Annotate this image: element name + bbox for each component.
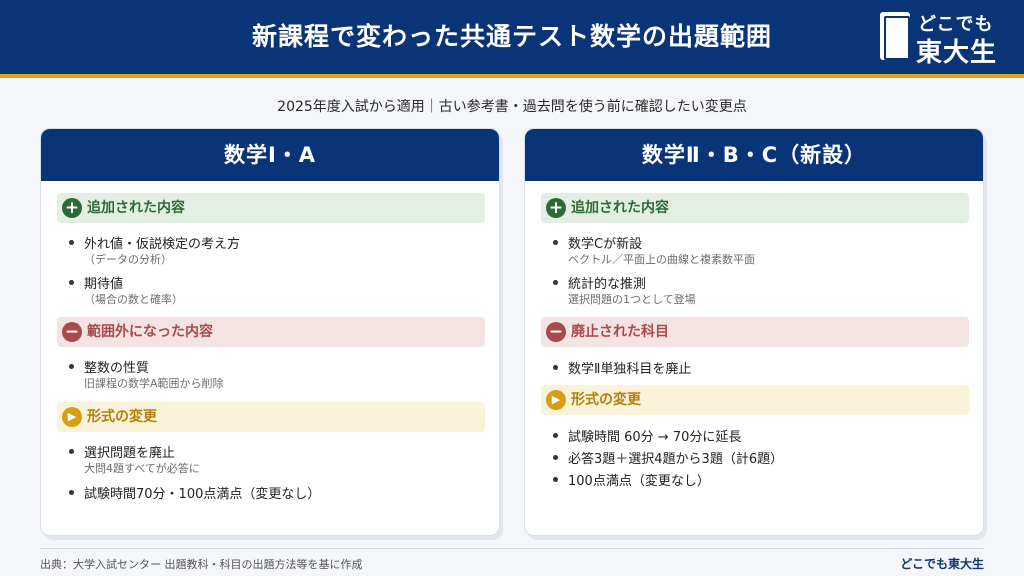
bullet-icon xyxy=(69,364,74,369)
source-note: 出典：大学入試センター 出題教科・科目の出題方法等を基に作成 xyxy=(40,558,363,571)
bullet-icon xyxy=(553,365,558,370)
footer-divider xyxy=(40,548,984,549)
section-added: + 追加された内容 xyxy=(541,193,969,223)
bullet-icon xyxy=(69,449,74,454)
logo-name: 東大生 xyxy=(916,38,998,68)
bullet-icon xyxy=(553,477,558,482)
section-removed: − 範囲外になった内容 xyxy=(57,317,485,347)
item-note: （場合の数と確率） xyxy=(84,293,183,306)
plus-icon: + xyxy=(62,198,82,218)
header-accent-line xyxy=(0,74,1024,78)
minus-icon: − xyxy=(62,322,82,342)
bullet-icon xyxy=(553,455,558,460)
play-icon: ▶ xyxy=(546,390,566,410)
item-note: （データの分析） xyxy=(84,253,172,266)
card-title: 数学Ⅱ・B・C（新設） xyxy=(525,129,983,181)
bullet-icon xyxy=(69,280,74,285)
section-added: + 追加された内容 xyxy=(57,193,485,223)
item-text: 必答3題＋選択4題から3題（計6題） xyxy=(568,452,784,467)
card-math-2bc: 数学Ⅱ・B・C（新設） + 追加された内容 数学Cが新設 ベクトル／平面上の曲線… xyxy=(524,128,984,536)
section-label: 追加された内容 xyxy=(571,200,669,216)
item-note: 選択問題の1つとして登場 xyxy=(568,293,696,306)
play-icon: ▶ xyxy=(62,407,82,427)
section-removed: − 廃止された科目 xyxy=(541,317,969,347)
plus-icon: + xyxy=(546,198,566,218)
bullet-icon xyxy=(553,240,558,245)
page-title: 新課程で変わった共通テスト数学の出題範囲 xyxy=(251,22,772,51)
bullet-icon xyxy=(553,433,558,438)
item-text: 選択問題を廃止 xyxy=(84,446,176,461)
item-text: 統計的な推測 xyxy=(568,277,647,292)
item-note: ベクトル／平面上の曲線と複素数平面 xyxy=(568,253,755,266)
book-icon xyxy=(880,12,910,60)
card-math-1a: 数学Ⅰ・A + 追加された内容 外れ値・仮説検定の考え方 （データの分析） 期待… xyxy=(40,128,500,536)
item-text: 100点満点（変更なし） xyxy=(568,474,710,489)
footer-brand[interactable]: どこでも東大生 xyxy=(900,555,984,572)
section-format: ▶ 形式の変更 xyxy=(57,402,485,432)
item-note: 旧課程の数学A範囲から削除 xyxy=(84,377,224,390)
minus-icon: − xyxy=(546,322,566,342)
site-logo[interactable]: どこでも 東大生 xyxy=(878,10,1018,68)
page-subtitle: 2025年度入試から適用｜古い参考書・過去問を使う前に確認したい変更点 xyxy=(277,99,747,115)
item-text: 試験時間70分・100点満点（変更なし） xyxy=(84,487,321,502)
section-format: ▶ 形式の変更 xyxy=(541,385,969,415)
item-text: 期待値 xyxy=(84,277,124,292)
header-bar: 新課程で変わった共通テスト数学の出題範囲 どこでも 東大生 xyxy=(0,0,1024,74)
section-label: 形式の変更 xyxy=(571,392,641,408)
card-title: 数学Ⅰ・A xyxy=(41,129,499,181)
section-label: 形式の変更 xyxy=(87,409,157,425)
bullet-icon xyxy=(69,490,74,495)
item-text: 試験時間 60分 → 70分に延長 xyxy=(568,430,742,445)
item-note: 大問4題すべてが必答に xyxy=(84,462,200,475)
section-label: 追加された内容 xyxy=(87,200,185,216)
bullet-icon xyxy=(553,280,558,285)
section-label: 範囲外になった内容 xyxy=(87,324,213,340)
item-text: 外れ値・仮説検定の考え方 xyxy=(84,237,241,252)
section-label: 廃止された科目 xyxy=(571,324,669,340)
item-text: 数学Ⅱ単独科目を廃止 xyxy=(568,362,692,377)
item-text: 整数の性質 xyxy=(84,361,150,376)
item-text: 数学Cが新設 xyxy=(568,237,643,252)
bullet-icon xyxy=(69,240,74,245)
